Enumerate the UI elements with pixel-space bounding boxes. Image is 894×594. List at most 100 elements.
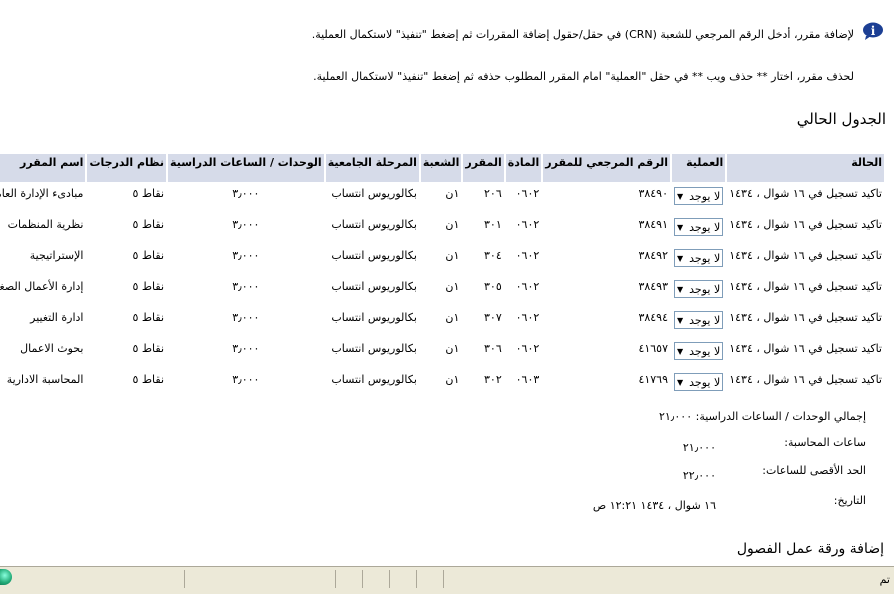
grade-mode-cell: نقاط ٥ bbox=[132, 280, 165, 293]
action-select-value: لا يوجد bbox=[689, 220, 721, 234]
section-cell: ١ن bbox=[445, 280, 460, 293]
statusbar-cell bbox=[184, 570, 335, 588]
level-cell: بكالوريوس انتساب bbox=[331, 342, 417, 355]
info-icon: i bbox=[862, 22, 884, 40]
level-cell: بكالوريوس انتساب bbox=[331, 249, 417, 262]
action-select[interactable]: لا يوجد ▼ bbox=[673, 249, 724, 267]
course-title-cell: إدارة الأعمال الصغيرة bbox=[0, 280, 84, 293]
crn-cell: ٤١٧٦٩ bbox=[638, 373, 668, 386]
course-title-cell: نظرية المنظمات bbox=[7, 218, 84, 231]
credits-cell: ٣٫٠٠٠ bbox=[232, 280, 260, 293]
table-row: تاكيد تسجيل في ١٦ شوال ، ١٤٣٤ لا يوجد ▼ … bbox=[0, 215, 884, 244]
billing-hours-label: ساعات المحاسبة: bbox=[784, 436, 866, 449]
action-select[interactable]: لا يوجد ▼ bbox=[673, 218, 724, 236]
section-cell: ١ن bbox=[445, 373, 460, 386]
col-credits: الوحدات / الساعات الدراسية bbox=[168, 154, 324, 182]
crn-cell: ٣٨٤٩١ bbox=[638, 218, 668, 231]
statusbar-cells bbox=[20, 570, 874, 588]
action-cell: لا يوجد ▼ bbox=[672, 215, 725, 244]
level-cell: بكالوريوس انتساب bbox=[331, 187, 417, 200]
level-cell: بكالوريوس انتساب bbox=[331, 218, 417, 231]
section-cell: ١ن bbox=[445, 342, 460, 355]
course-cell: ٣٠٥ bbox=[484, 280, 502, 293]
subject-cell: ٠٦٠٣ bbox=[515, 373, 540, 386]
col-level: المرحلة الجامعية bbox=[325, 154, 419, 182]
status-cell: تاكيد تسجيل في ١٦ شوال ، ١٤٣٤ bbox=[729, 218, 882, 231]
course-cell: ٣٠٦ bbox=[484, 342, 502, 355]
drop-course-instructions: لحذف مقرر، اختار ** حذف ويب ** في حقل "ا… bbox=[313, 70, 854, 83]
section-cell: ١ن bbox=[445, 249, 460, 262]
chevron-down-icon: ▼ bbox=[676, 253, 684, 263]
table-header-row: الحالة العملية الرقم المرجعي للمقرر الما… bbox=[0, 154, 884, 182]
grade-mode-cell: نقاط ٥ bbox=[132, 218, 165, 231]
crn-cell: ٣٨٤٩٢ bbox=[638, 249, 668, 262]
course-title-cell: ادارة التغيير bbox=[30, 311, 84, 324]
chevron-down-icon: ▼ bbox=[676, 315, 684, 325]
table-row: تاكيد تسجيل في ١٦ شوال ، ١٤٣٤ لا يوجد ▼ … bbox=[0, 308, 884, 337]
subject-cell: ٠٦٠٢ bbox=[515, 311, 540, 324]
max-hours-value: ٢٢٫٠٠٠ bbox=[682, 469, 716, 482]
col-course-title: اسم المقرر bbox=[0, 154, 86, 182]
action-select[interactable]: لا يوجد ▼ bbox=[673, 373, 724, 391]
status-cell: تاكيد تسجيل في ١٦ شوال ، ١٤٣٤ bbox=[729, 249, 882, 262]
col-action: العملية bbox=[671, 154, 726, 182]
grade-mode-cell: نقاط ٥ bbox=[132, 373, 165, 386]
credits-cell: ٣٫٠٠٠ bbox=[232, 373, 260, 386]
date-label: التاريخ: bbox=[833, 494, 866, 507]
grade-mode-cell: نقاط ٥ bbox=[132, 249, 165, 262]
course-cell: ٢٠٦ bbox=[484, 187, 502, 200]
add-course-instructions: لإضافة مقرر، أدخل الرقم المرجعي للشعبة (… bbox=[311, 28, 854, 41]
credits-cell: ٣٫٠٠٠ bbox=[232, 187, 260, 200]
table-row: تاكيد تسجيل في ١٦ شوال ، ١٤٣٤ لا يوجد ▼ … bbox=[0, 246, 884, 275]
action-select[interactable]: لا يوجد ▼ bbox=[673, 187, 724, 205]
action-select[interactable]: لا يوجد ▼ bbox=[673, 311, 724, 329]
action-select-value: لا يوجد bbox=[689, 251, 721, 265]
course-title-cell: بحوث الاعمال bbox=[20, 342, 84, 355]
level-cell: بكالوريوس انتساب bbox=[331, 373, 417, 386]
section-cell: ١ن bbox=[445, 218, 460, 231]
subject-cell: ٠٦٠٢ bbox=[515, 249, 540, 262]
level-cell: بكالوريوس انتساب bbox=[331, 311, 417, 324]
col-grade-mode: نظام الدرجات bbox=[87, 154, 167, 182]
level-cell: بكالوريوس انتساب bbox=[331, 280, 417, 293]
course-cell: ٣٠٤ bbox=[484, 249, 502, 262]
credits-cell: ٣٫٠٠٠ bbox=[232, 249, 260, 262]
date-value: ١٦ شوال ، ١٤٣٤ ١٢:٢١ ص bbox=[592, 499, 716, 512]
statusbar-cell bbox=[443, 570, 874, 588]
section-cell: ١ن bbox=[445, 311, 460, 324]
table-row: تاكيد تسجيل في ١٦ شوال ، ١٤٣٤ لا يوجد ▼ … bbox=[0, 339, 884, 368]
statusbar-cell bbox=[416, 570, 443, 588]
col-subject: المادة bbox=[505, 154, 542, 182]
credits-cell: ٣٫٠٠٠ bbox=[232, 218, 260, 231]
chevron-down-icon: ▼ bbox=[676, 377, 684, 387]
current-schedule-title: الجدول الحالي bbox=[796, 110, 886, 128]
course-cell: ٣٠١ bbox=[484, 218, 502, 231]
action-select[interactable]: لا يوجد ▼ bbox=[673, 342, 724, 360]
statusbar-cell bbox=[362, 570, 389, 588]
status-cell: تاكيد تسجيل في ١٦ شوال ، ١٤٣٤ bbox=[729, 280, 882, 293]
total-credits-label: إجمالي الوحدات / الساعات الدراسية: bbox=[695, 410, 866, 423]
crn-cell: ٣٨٤٩٤ bbox=[638, 311, 668, 324]
credits-cell: ٣٫٠٠٠ bbox=[232, 311, 260, 324]
max-hours-label: الحد الأقصى للساعات: bbox=[762, 464, 866, 477]
chevron-down-icon: ▼ bbox=[676, 191, 684, 201]
crn-cell: ٣٨٤٩٣ bbox=[638, 280, 668, 293]
table-row: تاكيد تسجيل في ١٦ شوال ، ١٤٣٤ لا يوجد ▼ … bbox=[0, 277, 884, 306]
course-title-cell: المحاسبة الادارية bbox=[6, 373, 84, 386]
col-section: الشعبة bbox=[420, 154, 462, 182]
course-title-cell: مبادىء الإدارة العامة bbox=[0, 187, 84, 200]
action-cell: لا يوجد ▼ bbox=[672, 277, 725, 306]
status-cell: تاكيد تسجيل في ١٦ شوال ، ١٤٣٤ bbox=[729, 187, 882, 200]
action-select-value: لا يوجد bbox=[689, 189, 721, 203]
status-cell: تاكيد تسجيل في ١٦ شوال ، ١٤٣٤ bbox=[729, 373, 882, 386]
action-select-value: لا يوجد bbox=[689, 344, 721, 358]
action-select-value: لا يوجد bbox=[689, 313, 721, 327]
status-cell: تاكيد تسجيل في ١٦ شوال ، ١٤٣٤ bbox=[729, 311, 882, 324]
course-cell: ٣٠٢ bbox=[484, 373, 502, 386]
subject-cell: ٠٦٠٢ bbox=[515, 342, 540, 355]
action-select[interactable]: لا يوجد ▼ bbox=[673, 280, 724, 298]
subject-cell: ٠٦٠٢ bbox=[515, 187, 540, 200]
credits-cell: ٣٫٠٠٠ bbox=[232, 342, 260, 355]
col-status: الحالة bbox=[727, 154, 884, 182]
action-cell: لا يوجد ▼ bbox=[672, 246, 725, 275]
